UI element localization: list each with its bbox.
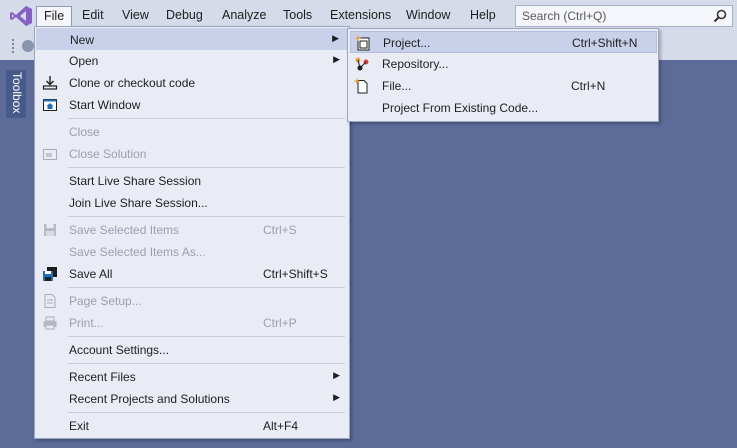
menu-item-print[interactable]: Print... Ctrl+P <box>36 312 348 334</box>
menu-item-label: Exit <box>69 419 90 433</box>
menu-separator <box>68 287 345 288</box>
new-project-icon <box>355 35 370 51</box>
menu-item-recent-projects[interactable]: Recent Projects and Solutions ▶ <box>36 388 348 410</box>
menu-item-label: Save Selected Items As... <box>69 245 206 259</box>
search-input[interactable]: Search (Ctrl+Q) <box>515 5 733 27</box>
menu-window[interactable]: Window <box>398 6 458 27</box>
menu-item-exit[interactable]: Exit Alt+F4 <box>36 415 348 437</box>
floppy-icon <box>44 224 56 236</box>
submenu-item-repository[interactable]: Repository... <box>350 53 657 75</box>
menu-item-recent-files[interactable]: Recent Files ▶ <box>36 366 348 388</box>
download-icon <box>42 76 58 90</box>
menu-item-open[interactable]: Open ▶ <box>36 50 348 72</box>
menu-item-account-settings[interactable]: Account Settings... <box>36 339 348 361</box>
menu-item-label: Account Settings... <box>69 343 170 357</box>
submenu-arrow-icon: ▶ <box>333 54 340 64</box>
submenu-item-label: File... <box>382 79 412 93</box>
submenu-item-label: Repository... <box>382 57 449 71</box>
submenu-item-file[interactable]: File... Ctrl+N <box>350 75 657 97</box>
menu-item-label: Clone or checkout code <box>69 76 196 90</box>
menu-item-label: Recent Files <box>69 370 136 384</box>
menu-item-start-live-share[interactable]: Start Live Share Session <box>36 170 348 192</box>
menu-separator <box>68 412 345 413</box>
repository-icon <box>355 57 369 71</box>
floppy-stack-icon <box>43 267 57 281</box>
menu-item-label: Close <box>69 125 100 139</box>
submenu-arrow-icon: ▶ <box>333 392 340 402</box>
search-icon[interactable] <box>713 9 727 23</box>
submenu-item-shortcut: Ctrl+Shift+N <box>572 36 638 50</box>
menu-item-label: New <box>70 33 95 47</box>
submenu-item-label: Project From Existing Code... <box>382 101 539 115</box>
menu-item-new[interactable]: New ▶ <box>36 28 348 50</box>
submenu-item-project[interactable]: Project... Ctrl+Shift+N <box>350 31 657 53</box>
menu-item-shortcut: Ctrl+P <box>263 316 297 330</box>
menu-item-join-live-share[interactable]: Join Live Share Session... <box>36 192 348 214</box>
menu-item-label: Close Solution <box>69 147 147 161</box>
back-icon[interactable] <box>22 40 34 52</box>
menu-debug[interactable]: Debug <box>158 6 211 27</box>
menu-edit[interactable]: Edit <box>74 6 112 27</box>
menu-item-shortcut: Ctrl+Shift+S <box>263 267 328 281</box>
menu-view[interactable]: View <box>114 6 157 27</box>
visual-studio-logo-icon[interactable] <box>9 5 33 27</box>
submenu-item-project-from-existing[interactable]: Project From Existing Code... <box>350 97 657 119</box>
menu-separator <box>68 336 345 337</box>
menu-item-save-all[interactable]: Save All Ctrl+Shift+S <box>36 263 348 285</box>
menu-separator <box>68 118 345 119</box>
printer-icon <box>43 316 57 330</box>
menu-separator <box>68 363 345 364</box>
menu-item-label: Save All <box>69 267 113 281</box>
menu-item-label: Start Window <box>69 98 141 112</box>
menu-file[interactable]: File <box>36 6 73 27</box>
menu-item-clone[interactable]: Clone or checkout code <box>36 72 348 94</box>
submenu-item-shortcut: Ctrl+N <box>571 79 606 93</box>
menu-item-label: Page Setup... <box>69 294 142 308</box>
menu-item-shortcut: Ctrl+S <box>263 223 297 237</box>
home-window-icon <box>43 99 57 111</box>
new-submenu: Project... Ctrl+Shift+N Repository... Fi… <box>347 28 659 122</box>
menu-tools[interactable]: Tools <box>275 6 320 27</box>
menu-item-save-selected-as[interactable]: Save Selected Items As... <box>36 241 348 263</box>
search-placeholder: Search (Ctrl+Q) <box>522 9 607 23</box>
file-menu-dropdown: New ▶ Open ▶ Clone or checkout code Star… <box>34 26 350 439</box>
menu-item-label: Start Live Share Session <box>69 174 202 188</box>
page-icon <box>44 294 56 308</box>
menu-item-close[interactable]: Close <box>36 121 348 143</box>
submenu-arrow-icon: ▶ <box>332 33 339 43</box>
menu-item-label: Open <box>69 54 99 68</box>
submenu-item-label: Project... <box>383 36 431 50</box>
menu-item-label: Save Selected Items <box>69 223 180 237</box>
menu-item-page-setup[interactable]: Page Setup... <box>36 290 348 312</box>
toolbar-grip[interactable] <box>11 38 15 54</box>
toolbox-label: Toolbox <box>10 72 24 114</box>
menu-item-save-selected[interactable]: Save Selected Items Ctrl+S <box>36 219 348 241</box>
menu-item-shortcut: Alt+F4 <box>263 419 299 433</box>
menu-separator <box>68 167 345 168</box>
menu-item-close-solution[interactable]: Close Solution <box>36 143 348 165</box>
menu-analyze[interactable]: Analyze <box>214 6 274 27</box>
menu-item-label: Recent Projects and Solutions <box>69 392 230 406</box>
menu-separator <box>68 216 345 217</box>
menu-item-start-window[interactable]: Start Window <box>36 94 348 116</box>
new-file-icon <box>354 78 368 94</box>
menu-extensions[interactable]: Extensions <box>322 6 399 27</box>
menu-item-label: Join Live Share Session... <box>69 196 208 210</box>
menu-item-label: Print... <box>69 316 104 330</box>
solution-icon <box>43 149 57 160</box>
submenu-arrow-icon: ▶ <box>333 370 340 380</box>
menu-help[interactable]: Help <box>462 6 504 27</box>
